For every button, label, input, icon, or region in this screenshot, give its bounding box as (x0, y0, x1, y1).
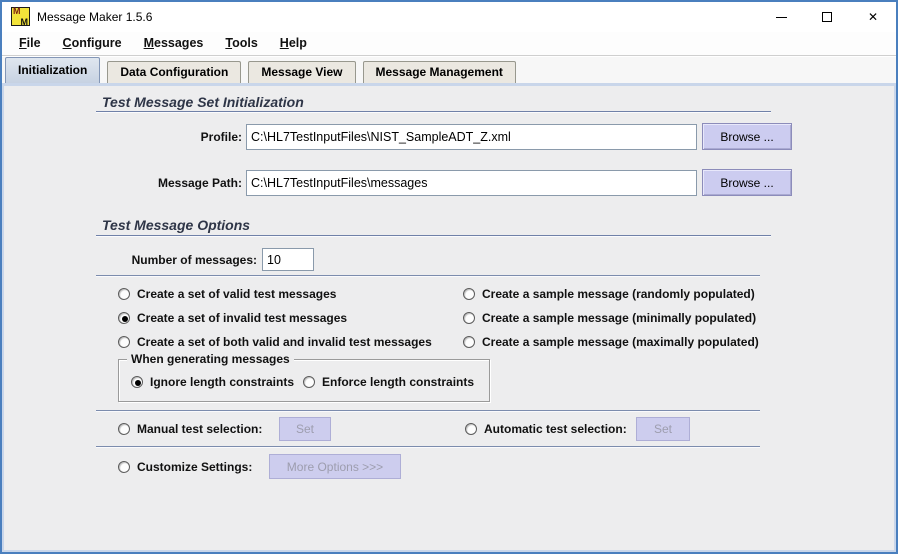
message-path-input[interactable] (246, 170, 697, 196)
menu-tools[interactable]: Tools (214, 33, 268, 54)
separator (96, 410, 760, 412)
message-path-label: Message Path: (132, 176, 242, 190)
menu-help[interactable]: Help (269, 33, 318, 54)
maximize-button[interactable] (804, 2, 850, 32)
radio-sample-randomly[interactable]: Create a sample message (randomly popula… (463, 287, 755, 301)
radio-label: Create a set of both valid and invalid t… (137, 335, 432, 349)
radio-enforce-length-constraints[interactable]: Enforce length constraints (303, 375, 474, 389)
when-generating-messages-group: When generating messages Ignore length c… (118, 359, 490, 402)
section-underline (96, 235, 771, 237)
radio-icon[interactable] (118, 288, 130, 300)
radio-icon[interactable] (118, 336, 130, 348)
radio-customize-settings[interactable]: Customize Settings: (118, 460, 252, 474)
app-window: M M Message Maker 1.5.6 ✕ File Configure… (0, 0, 898, 554)
radio-label: Create a sample message (maximally popul… (482, 335, 759, 349)
tab-strip: Initialization Data Configuration Messag… (2, 57, 896, 83)
automatic-set-button[interactable]: Set (636, 417, 690, 441)
message-path-browse-button[interactable]: Browse ... (702, 169, 792, 196)
maximize-icon (822, 12, 832, 22)
radio-label: Customize Settings: (137, 460, 252, 474)
radio-sample-minimally[interactable]: Create a sample message (minimally popul… (463, 311, 756, 325)
more-options-button[interactable]: More Options >>> (269, 454, 401, 479)
menu-file[interactable]: File (8, 33, 52, 54)
close-button[interactable]: ✕ (850, 2, 896, 32)
profile-browse-button[interactable]: Browse ... (702, 123, 792, 150)
app-icon-letter: M (21, 17, 29, 27)
minimize-button[interactable] (758, 2, 804, 32)
radio-icon[interactable] (463, 288, 475, 300)
radio-label: Create a set of invalid test messages (137, 311, 347, 325)
radio-icon[interactable] (303, 376, 315, 388)
number-of-messages-label: Number of messages: (124, 253, 257, 267)
menu-configure[interactable]: Configure (52, 33, 133, 54)
radio-label: Manual test selection: (137, 422, 262, 436)
radio-icon[interactable] (463, 336, 475, 348)
menu-messages[interactable]: Messages (133, 33, 215, 54)
separator (96, 275, 760, 277)
tab-message-view[interactable]: Message View (248, 61, 355, 83)
window-title: Message Maker 1.5.6 (37, 10, 152, 24)
minimize-icon (776, 17, 787, 18)
tab-initialization[interactable]: Initialization (5, 57, 100, 83)
menu-bar: File Configure Messages Tools Help (2, 32, 896, 56)
separator (96, 446, 760, 448)
radio-invalid-test-messages[interactable]: Create a set of invalid test messages (118, 311, 347, 325)
app-icon: M M (11, 7, 30, 26)
radio-icon[interactable] (131, 376, 143, 388)
radio-manual-test-selection[interactable]: Manual test selection: (118, 422, 262, 436)
tab-data-configuration[interactable]: Data Configuration (107, 61, 241, 83)
initialization-panel: Test Message Set Initialization Profile:… (2, 83, 896, 552)
radio-label: Enforce length constraints (322, 375, 474, 389)
radio-label: Ignore length constraints (150, 375, 294, 389)
manual-set-button[interactable]: Set (279, 417, 331, 441)
radio-icon[interactable] (465, 423, 477, 435)
radio-icon[interactable] (118, 461, 130, 473)
radio-label: Create a set of valid test messages (137, 287, 336, 301)
radio-sample-maximally[interactable]: Create a sample message (maximally popul… (463, 335, 759, 349)
radio-label: Create a sample message (randomly popula… (482, 287, 755, 301)
radio-both-valid-invalid-messages[interactable]: Create a set of both valid and invalid t… (118, 335, 432, 349)
radio-automatic-test-selection[interactable]: Automatic test selection: (465, 422, 627, 436)
section-underline (96, 111, 771, 113)
radio-valid-test-messages[interactable]: Create a set of valid test messages (118, 287, 336, 301)
radio-label: Create a sample message (minimally popul… (482, 311, 756, 325)
radio-ignore-length-constraints[interactable]: Ignore length constraints (131, 375, 294, 389)
radio-icon[interactable] (118, 423, 130, 435)
tab-message-management[interactable]: Message Management (363, 61, 516, 83)
profile-label: Profile: (132, 130, 242, 144)
group-title: When generating messages (127, 352, 294, 366)
radio-icon[interactable] (463, 312, 475, 324)
section-title-options: Test Message Options (102, 217, 250, 233)
section-title-initialization: Test Message Set Initialization (102, 94, 304, 110)
number-of-messages-input[interactable] (262, 248, 314, 271)
title-bar[interactable]: M M Message Maker 1.5.6 ✕ (2, 2, 896, 32)
radio-icon[interactable] (118, 312, 130, 324)
radio-label: Automatic test selection: (484, 422, 627, 436)
close-icon: ✕ (868, 11, 878, 23)
app-icon-letter: M (13, 6, 21, 16)
profile-input[interactable] (246, 124, 697, 150)
